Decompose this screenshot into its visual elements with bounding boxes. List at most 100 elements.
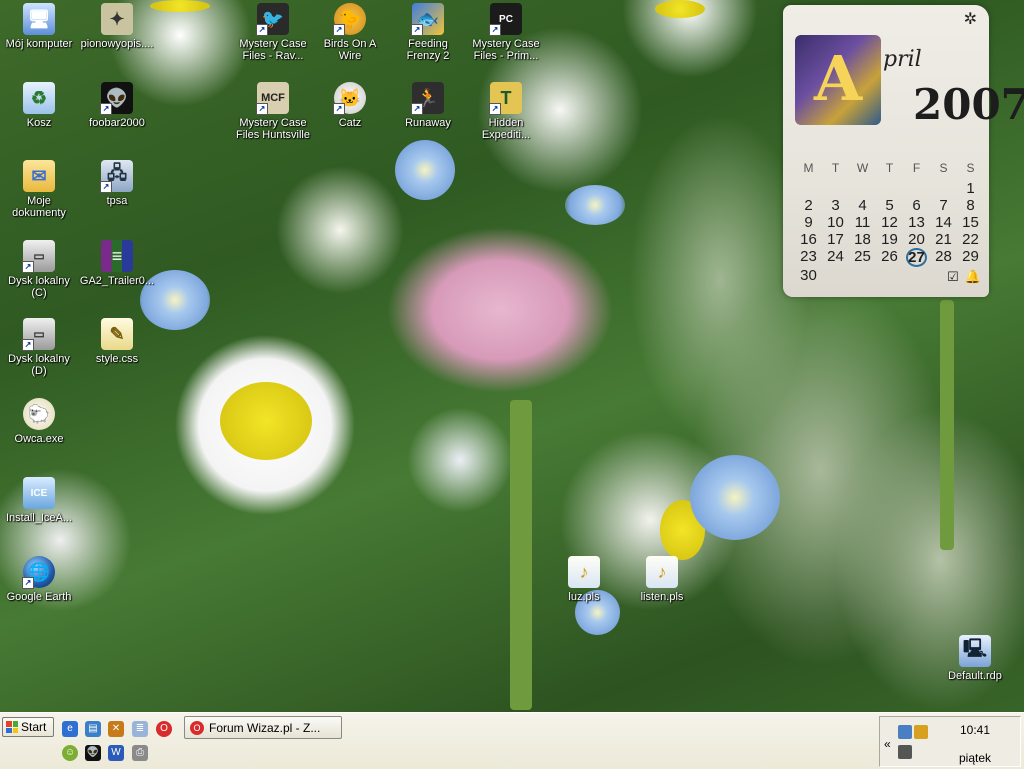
desktop-icon-ga2-trailer[interactable]: ≡ GA2_Trailer0... xyxy=(79,240,155,287)
calendar-day[interactable]: 2 xyxy=(795,197,822,214)
desktop-icon-luz-pls[interactable]: ♪ luz.pls xyxy=(546,556,622,603)
calendar-day[interactable]: 11 xyxy=(849,214,876,231)
checkbox-icon[interactable]: ☑ xyxy=(947,269,959,285)
desktop-icon-owca[interactable]: 🐑 Owca.exe xyxy=(1,398,77,445)
desktop-icon-my-documents[interactable]: ✉ Moje dokumenty xyxy=(1,160,77,219)
start-button[interactable]: Start xyxy=(2,717,54,737)
calendar-widget[interactable]: ✲ A pril 2007 M T W T F S S 1 2 3 4 5 6 7 8 9 10 11 12 13 14… xyxy=(783,5,1024,297)
calendar-day[interactable]: 3 xyxy=(822,197,849,214)
desktop-icon-google-earth[interactable]: 🌐 ↗ Google Earth xyxy=(1,556,77,603)
shortcut-arrow-icon: ↗ xyxy=(489,24,501,36)
calendar-day[interactable]: 29 xyxy=(957,248,984,265)
sheep-icon: 🐑 xyxy=(23,398,55,430)
bell-icon[interactable]: 🔔 xyxy=(965,269,981,285)
desktop-icon-tpsa[interactable]: 🖧 ↗ tpsa xyxy=(79,160,155,207)
flower-stem xyxy=(510,400,532,710)
tools-icon[interactable]: ✕ xyxy=(108,721,124,737)
shortcut-arrow-icon: ↗ xyxy=(100,103,112,115)
shortcut-arrow-icon: ↗ xyxy=(22,261,34,273)
css-file-icon: ✎ xyxy=(101,318,133,350)
calendar-day[interactable]: 8 xyxy=(957,197,984,214)
calendar-day[interactable]: 19 xyxy=(876,231,903,248)
notepad-icon[interactable]: ≣ xyxy=(132,721,148,737)
shortcut-arrow-icon: ↗ xyxy=(256,24,268,36)
flower-stem xyxy=(940,300,954,550)
desktop-icon-hidden-expedition[interactable]: T ↗ Hidden Expediti... xyxy=(468,82,544,141)
desktop-icon-catz[interactable]: 🐱 ↗ Catz xyxy=(312,82,388,129)
calendar-weekday: S xyxy=(939,161,948,175)
messenger-icon[interactable]: ☺ xyxy=(62,745,78,761)
desktop-icon-pionowyopis[interactable]: ✦ pionowyopis.... xyxy=(79,3,155,50)
calendar-weekday: T xyxy=(831,161,840,175)
show-desktop-icon[interactable]: ▤ xyxy=(85,721,101,737)
desktop-icon-mystery-case-prime[interactable]: PC ↗ Mystery Case Files - Prim... xyxy=(468,3,544,62)
calendar-day[interactable]: 20 xyxy=(903,231,930,248)
game-raven-icon: 🐦 ↗ xyxy=(256,3,289,36)
desktop-icon-feeding-frenzy[interactable]: 🐟 ↗ Feeding Frenzy 2 xyxy=(390,3,466,62)
desktop-icon-drive-d[interactable]: ▭ ↗ Dysk lokalny (D) xyxy=(1,318,77,377)
desktop-icon-mystery-case-huntsville[interactable]: MCF ↗ Mystery Case Files Huntsville xyxy=(235,82,311,141)
internet-explorer-icon[interactable]: e xyxy=(62,721,78,737)
calendar-day[interactable]: 6 xyxy=(903,197,930,214)
calendar-day[interactable]: 4 xyxy=(849,197,876,214)
network-icon[interactable] xyxy=(898,725,912,739)
calendar-day[interactable]: 10 xyxy=(822,214,849,231)
desktop-icon-my-computer[interactable]: 🖥 Mój komputer xyxy=(1,3,77,50)
game-hidden-icon: T ↗ xyxy=(489,82,522,115)
calendar-day[interactable]: 16 xyxy=(795,231,822,248)
game-bird-icon: 🐤 ↗ xyxy=(333,3,366,36)
taskbar: Start e ▤ ✕ ≣ O ☺ 👽 W ⎙ O Forum Wizaz.pl… xyxy=(0,712,1024,769)
desktop-icon-default-rdp[interactable]: 🖳 Default.rdp xyxy=(937,635,1013,682)
desktop-icon-listen-pls[interactable]: ♪ listen.pls xyxy=(624,556,700,603)
desktop-icon-birds-on-a-wire[interactable]: 🐤 ↗ Birds On A Wire xyxy=(312,3,388,62)
show-hidden-icons-button[interactable]: « xyxy=(884,737,891,751)
calendar-day[interactable]: 12 xyxy=(876,214,903,231)
forget-me-not xyxy=(395,140,455,200)
calendar-day[interactable]: 22 xyxy=(957,231,984,248)
word-icon[interactable]: W xyxy=(108,745,124,761)
calendar-day[interactable]: 24 xyxy=(822,248,849,265)
desktop-icon-drive-c[interactable]: ▭ ↗ Dysk lokalny (C) xyxy=(1,240,77,299)
calendar-weekday: M xyxy=(803,161,814,175)
taskbar-item-forum-wizaz[interactable]: O Forum Wizaz.pl - Z... xyxy=(184,716,342,739)
desktop-icon-runaway[interactable]: 🏃 ↗ Runaway xyxy=(390,82,466,129)
winrar-icon: ≡ xyxy=(101,240,133,272)
calendar-day[interactable]: 5 xyxy=(876,197,903,214)
opera-icon[interactable]: O xyxy=(156,721,172,737)
desktop-icon-recycle-bin[interactable]: ♻ Kosz xyxy=(1,82,77,129)
desktop-icon-style-css[interactable]: ✎ style.css xyxy=(79,318,155,365)
calendar-day[interactable]: 1 xyxy=(957,180,984,197)
calendar-day[interactable]: 7 xyxy=(930,197,957,214)
calendar-day[interactable]: 21 xyxy=(930,231,957,248)
calendar-day[interactable]: 30 xyxy=(795,267,822,284)
calendar-day[interactable]: 9 xyxy=(795,214,822,231)
calendar-day[interactable]: 23 xyxy=(795,248,822,265)
calendar-year: 2007 xyxy=(913,80,1024,129)
weekday: piątek xyxy=(958,751,992,765)
calendar-day[interactable]: 17 xyxy=(822,231,849,248)
foobar-icon[interactable]: 👽 xyxy=(85,745,101,761)
calendar-day[interactable]: 25 xyxy=(849,248,876,265)
game-mcf-icon: MCF ↗ xyxy=(256,82,289,115)
shortcut-arrow-icon: ↗ xyxy=(256,103,268,115)
calendar-day[interactable]: 15 xyxy=(957,214,984,231)
calendar-day-today[interactable]: 27 xyxy=(906,248,927,267)
desktop-icon-install-ice-age[interactable]: ICE Install_IceA... xyxy=(1,477,77,524)
desktop-icon-foobar2000[interactable]: 👽 ↗ foobar2000 xyxy=(79,82,155,129)
shortcut-arrow-icon: ↗ xyxy=(22,577,34,589)
desktop-icon-mystery-case-raven[interactable]: 🐦 ↗ Mystery Case Files - Rav... xyxy=(235,3,311,62)
foobar-icon: 👽 ↗ xyxy=(100,82,133,115)
calendar-day[interactable]: 28 xyxy=(930,248,957,265)
calendar-day[interactable]: 18 xyxy=(849,231,876,248)
monitor-icon[interactable] xyxy=(898,745,912,759)
settings-icon[interactable]: ✲ xyxy=(964,9,977,29)
daisy-center xyxy=(150,0,210,12)
calendar-day[interactable]: 14 xyxy=(930,214,957,231)
calendar-weekday: F xyxy=(912,161,921,175)
calendar-day[interactable]: 26 xyxy=(876,248,903,265)
volume-icon[interactable] xyxy=(914,725,928,739)
calendar-day[interactable]: 13 xyxy=(903,214,930,231)
clock[interactable]: 10:41 xyxy=(940,723,1010,737)
printer-icon[interactable]: ⎙ xyxy=(132,745,148,761)
playlist-icon: ♪ xyxy=(646,556,678,588)
